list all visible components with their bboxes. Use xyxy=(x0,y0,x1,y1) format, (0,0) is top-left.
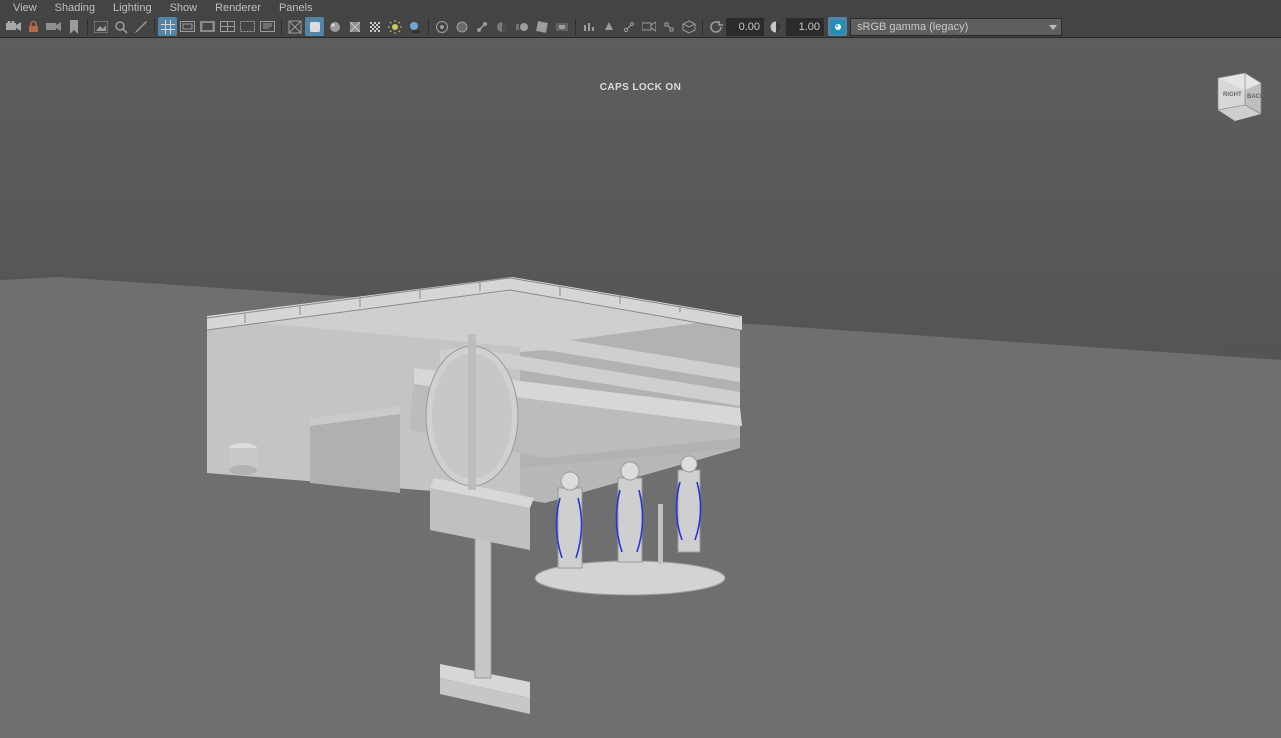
show-grid-icon[interactable] xyxy=(679,17,698,36)
wireframe-icon[interactable] xyxy=(285,17,304,36)
toolbar-separator xyxy=(428,19,429,35)
chevron-down-icon xyxy=(1049,25,1057,30)
color-management-toggle-icon[interactable] xyxy=(828,17,847,36)
select-camera-icon[interactable] xyxy=(4,17,23,36)
toolbar-separator xyxy=(87,19,88,35)
menu-renderer[interactable]: Renderer xyxy=(206,1,270,15)
svg-text:x: x xyxy=(27,711,31,718)
axis-gnomon: y x z xyxy=(4,698,32,726)
dof-icon[interactable] xyxy=(552,17,571,36)
viewcube-back-face[interactable]: BACK xyxy=(1247,94,1265,100)
menu-view[interactable]: View xyxy=(4,1,46,15)
motion-blur-icon[interactable] xyxy=(512,17,531,36)
2d-pan-zoom-icon[interactable] xyxy=(111,17,130,36)
bookmarks-icon[interactable] xyxy=(64,17,83,36)
toolbar-separator xyxy=(154,19,155,35)
ssao-icon[interactable] xyxy=(492,17,511,36)
scene-render xyxy=(0,38,1281,738)
toolbar-separator xyxy=(575,19,576,35)
toolbar-separator xyxy=(702,19,703,35)
svg-text:y: y xyxy=(14,698,18,705)
gamma-field[interactable] xyxy=(786,18,824,36)
field-chart-icon[interactable] xyxy=(218,17,237,36)
show-joints-icon[interactable] xyxy=(619,17,638,36)
image-plane-icon[interactable] xyxy=(91,17,110,36)
caps-lock-warning: CAPS LOCK ON xyxy=(600,82,681,93)
safe-action-icon[interactable] xyxy=(238,17,257,36)
panel-toolbar: sRGB gamma (legacy) xyxy=(0,16,1281,38)
exposure-reset-icon[interactable] xyxy=(706,17,725,36)
safe-title-icon[interactable] xyxy=(258,17,277,36)
isolate-select-icon[interactable] xyxy=(432,17,451,36)
view-cube[interactable]: RIGHT BACK xyxy=(1205,68,1267,130)
toggle-poly-count-icon[interactable] xyxy=(579,17,598,36)
show-cameras-icon[interactable] xyxy=(639,17,658,36)
film-gate-icon[interactable] xyxy=(178,17,197,36)
menu-lighting[interactable]: Lighting xyxy=(104,1,161,15)
toolbar-separator xyxy=(281,19,282,35)
camera-label: persp xyxy=(628,727,653,738)
xray-icon[interactable] xyxy=(452,17,471,36)
menu-panels[interactable]: Panels xyxy=(270,1,322,15)
menu-show[interactable]: Show xyxy=(161,1,207,15)
viewport-persp[interactable]: CAPS LOCK ON persp y x z RIGHT BACK xyxy=(0,38,1281,738)
view-transform-dropdown[interactable]: sRGB gamma (legacy) xyxy=(850,18,1062,36)
use-all-lights-icon[interactable] xyxy=(385,17,404,36)
shadows-icon[interactable] xyxy=(405,17,424,36)
panel-menubar: View Shading Lighting Show Renderer Pane… xyxy=(0,0,1281,16)
anti-alias-icon[interactable] xyxy=(532,17,551,36)
show-ik-icon[interactable] xyxy=(659,17,678,36)
exposure-field[interactable] xyxy=(726,18,764,36)
lock-camera-icon[interactable] xyxy=(24,17,43,36)
show-lights-icon[interactable] xyxy=(599,17,618,36)
xray-joints-icon[interactable] xyxy=(472,17,491,36)
grid-toggle-icon[interactable] xyxy=(158,17,177,36)
gate-mask-icon[interactable] xyxy=(198,17,217,36)
view-transform-label: sRGB gamma (legacy) xyxy=(857,21,968,33)
smooth-shade-icon[interactable] xyxy=(305,17,324,36)
use-default-material-icon[interactable] xyxy=(325,17,344,36)
viewcube-right-face[interactable]: RIGHT xyxy=(1223,92,1242,98)
gamma-icon[interactable] xyxy=(766,17,785,36)
wire-on-shaded-icon[interactable] xyxy=(345,17,364,36)
svg-text:z: z xyxy=(5,721,9,726)
camera-attributes-icon[interactable] xyxy=(44,17,63,36)
textured-icon[interactable] xyxy=(365,17,384,36)
grease-pencil-icon[interactable] xyxy=(131,17,150,36)
menu-shading[interactable]: Shading xyxy=(46,1,104,15)
